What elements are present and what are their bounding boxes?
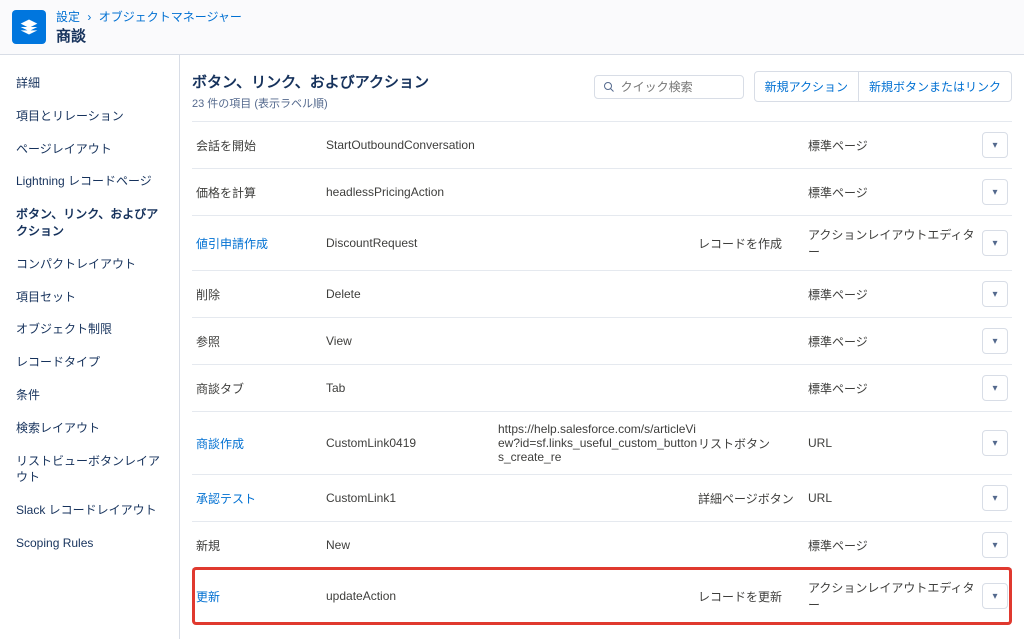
new-action-button[interactable]: 新規アクション (754, 71, 859, 102)
row-override: 標準ページ (808, 333, 976, 350)
row-label: 参照 (196, 333, 326, 350)
row-label: 価格を計算 (196, 184, 326, 201)
table-row: 値引申請作成DiscountRequest レコードを作成アクションレイアウトエデ… (192, 215, 1012, 270)
row-override: 標準ページ (808, 286, 976, 303)
row-override: URL (808, 436, 976, 450)
row-menu-button[interactable] (982, 430, 1008, 456)
sidebar-item[interactable]: レコードタイプ (0, 346, 179, 379)
row-override: アクションレイアウトエディター (808, 226, 976, 260)
row-label[interactable]: 値引申請作成 (196, 235, 326, 252)
breadcrumb: 設定 › オブジェクトマネージャー (56, 8, 242, 25)
sidebar-item[interactable]: オブジェクト制限 (0, 313, 179, 346)
table-row: 価格を計算headlessPricingAction 標準ページ (192, 168, 1012, 215)
row-override: 標準ページ (808, 380, 976, 397)
object-icon (12, 10, 46, 44)
sidebar-item[interactable]: Lightning レコードページ (0, 165, 179, 198)
breadcrumb-setup[interactable]: 設定 (56, 10, 80, 24)
row-type: リストボタン (698, 435, 808, 452)
row-name: headlessPricingAction (326, 185, 498, 199)
row-override: URL (808, 491, 976, 505)
sidebar-item[interactable]: ボタン、リンク、およびアクション (0, 198, 179, 248)
breadcrumb-manager[interactable]: オブジェクトマネージャー (99, 10, 242, 24)
row-override: 標準ページ (808, 184, 976, 201)
table-row: 承認テストCustomLink1 詳細ページボタンURL (192, 474, 1012, 521)
page-title: 商談 (56, 25, 242, 46)
table-row: 商談タブTab 標準ページ (192, 364, 1012, 411)
row-name: updateAction (326, 589, 498, 603)
row-override: アクションレイアウトエディター (808, 579, 976, 613)
main-actions: 新規アクション 新規ボタンまたはリンク (594, 71, 1012, 102)
table-row: 更新updateAction レコードを更新アクションレイアウトエディター (192, 568, 1012, 623)
row-label: 新規 (196, 537, 326, 554)
sidebar-item[interactable]: 詳細 (0, 67, 179, 100)
search-input[interactable] (621, 80, 735, 94)
row-menu-button[interactable] (982, 328, 1008, 354)
sidebar-item[interactable]: コンパクトレイアウト (0, 248, 179, 281)
main: ボタン、リンク、およびアクション 23 件の項目 (表示ラベル順) 新規アクショ… (180, 55, 1024, 639)
page-header: 設定 › オブジェクトマネージャー 商談 (0, 0, 1024, 55)
breadcrumb-sep: › (87, 10, 91, 24)
row-type: レコードを更新 (698, 588, 808, 605)
row-label[interactable]: 商談作成 (196, 435, 326, 452)
row-type: 詳細ページボタン (698, 490, 808, 507)
main-sub: 23 件の項目 (表示ラベル順) (192, 95, 429, 111)
row-name: New (326, 538, 498, 552)
sidebar-item[interactable]: 項目セット (0, 281, 179, 314)
row-label: 会話を開始 (196, 137, 326, 154)
search-icon (603, 81, 615, 93)
sidebar-item[interactable]: 検索レイアウト (0, 412, 179, 445)
row-override: 標準ページ (808, 537, 976, 554)
sidebar-item[interactable]: Slack レコードレイアウト (0, 494, 179, 527)
sidebar-item[interactable]: Scoping Rules (0, 527, 179, 560)
sidebar-item[interactable]: リストビューボタンレイアウト (0, 445, 179, 495)
row-name: View (326, 334, 498, 348)
new-button-link-button[interactable]: 新規ボタンまたはリンク (859, 71, 1012, 102)
sidebar-item[interactable]: 条件 (0, 379, 179, 412)
sidebar-item[interactable]: ページレイアウト (0, 133, 179, 166)
search-box[interactable] (594, 75, 744, 99)
row-name: DiscountRequest (326, 236, 498, 250)
row-type: レコードを作成 (698, 235, 808, 252)
sidebar-item[interactable]: 項目とリレーション (0, 100, 179, 133)
row-label[interactable]: 承認テスト (196, 490, 326, 507)
main-title: ボタン、リンク、およびアクション (192, 71, 429, 92)
row-name: Tab (326, 381, 498, 395)
main-header: ボタン、リンク、およびアクション 23 件の項目 (表示ラベル順) 新規アクショ… (192, 71, 1012, 111)
row-menu-button[interactable] (982, 281, 1008, 307)
row-menu-button[interactable] (982, 179, 1008, 205)
row-menu-button[interactable] (982, 532, 1008, 558)
table: 会話を開始StartOutboundConversation標準ページ価格を計算… (192, 121, 1012, 623)
row-name: CustomLink0419 (326, 436, 498, 450)
row-menu-button[interactable] (982, 485, 1008, 511)
row-menu-button[interactable] (982, 583, 1008, 609)
row-menu-button[interactable] (982, 132, 1008, 158)
table-row: 削除Delete 標準ページ (192, 270, 1012, 317)
row-label[interactable]: 更新 (196, 588, 326, 605)
row-menu-button[interactable] (982, 230, 1008, 256)
row-override: 標準ページ (808, 137, 976, 154)
row-name: StartOutboundConversation (326, 138, 498, 152)
row-label: 商談タブ (196, 380, 326, 397)
row-label: 削除 (196, 286, 326, 303)
table-row: 商談作成CustomLink0419https://help.salesforc… (192, 411, 1012, 474)
table-row: 会話を開始StartOutboundConversation 標準ページ (192, 121, 1012, 168)
row-name: Delete (326, 287, 498, 301)
table-row: 参照View 標準ページ (192, 317, 1012, 364)
table-row: 新規New 標準ページ (192, 521, 1012, 568)
row-desc: https://help.salesforce.com/s/articleVie… (498, 422, 698, 464)
row-name: CustomLink1 (326, 491, 498, 505)
sidebar: 詳細項目とリレーションページレイアウトLightning レコードページボタン、… (0, 55, 180, 639)
row-menu-button[interactable] (982, 375, 1008, 401)
